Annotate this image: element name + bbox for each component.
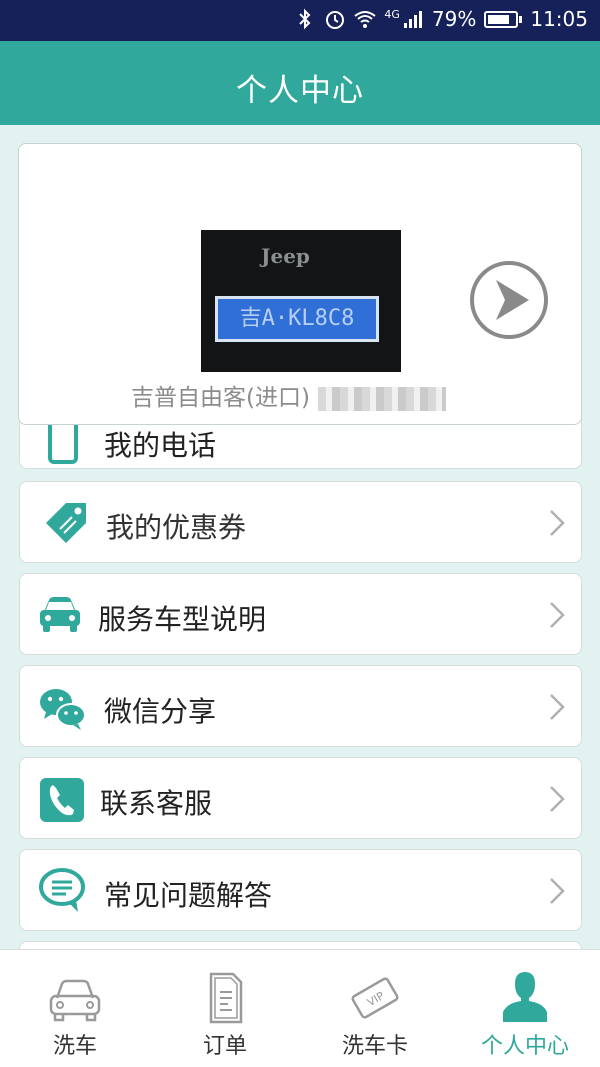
battery-percent: 79%	[431, 7, 477, 31]
network-type-label: 4G	[384, 7, 400, 21]
car-model-text: 吉普自由客(进口)	[131, 385, 310, 411]
menu-item-label: 我的优惠券	[106, 511, 247, 544]
wechat-icon	[40, 689, 86, 730]
bottom-tab-bar: 洗车 订单 VIP 洗车卡 个人中心	[0, 949, 600, 1067]
chevron-right-icon	[550, 602, 565, 628]
tab-label: 个人中心	[480, 1034, 569, 1059]
tab-wash-card[interactable]: VIP 洗车卡	[300, 950, 450, 1067]
tab-orders[interactable]: 订单	[150, 950, 300, 1067]
chevron-right-icon	[550, 786, 565, 812]
menu-item-label: 我的电话	[104, 429, 217, 462]
menu-item-label: 联系客服	[100, 787, 213, 820]
mobile-phone-icon	[48, 420, 78, 464]
clock: 11:05	[530, 7, 588, 31]
tab-label: 订单	[202, 1034, 247, 1059]
car-card[interactable]: Jeep 吉A·KL8C8 吉普自由客(进口)	[18, 143, 582, 425]
document-icon	[209, 972, 243, 1024]
phone-icon	[40, 778, 84, 822]
faq-chat-icon	[39, 868, 85, 912]
car-icon	[40, 597, 80, 632]
wifi-icon	[354, 11, 376, 28]
menu-item-label: 服务车型说明	[98, 603, 267, 636]
menu-item-wechat-share[interactable]: 微信分享	[19, 665, 582, 747]
person-icon	[503, 972, 547, 1022]
page-title: 个人中心	[236, 73, 364, 109]
menu-item-faq[interactable]: 常见问题解答	[19, 849, 582, 931]
vip-card-icon: VIP	[351, 977, 399, 1019]
arrow-right-circle-icon[interactable]	[469, 260, 549, 340]
status-bar: 4G 79% 11:05	[0, 0, 600, 41]
chevron-right-icon	[550, 878, 565, 904]
license-plate: 吉A·KL8C8	[215, 296, 379, 342]
tab-label: 洗车	[52, 1034, 97, 1059]
tab-car-wash[interactable]: 洗车	[0, 950, 150, 1067]
menu-item-label: 微信分享	[104, 695, 217, 728]
alarm-icon	[326, 11, 345, 29]
chevron-right-icon	[550, 694, 565, 720]
menu-item-label: 常见问题解答	[104, 879, 273, 912]
menu-item-service-models[interactable]: 服务车型说明	[19, 573, 582, 655]
tab-label: 洗车卡	[341, 1034, 408, 1059]
bluetooth-icon	[299, 8, 311, 30]
car-outline-icon	[49, 979, 101, 1022]
cell-signal-icon	[403, 11, 422, 28]
blurred-plate-number	[317, 386, 446, 411]
menu-item-customer-service[interactable]: 联系客服	[19, 757, 582, 839]
car-description: 吉普自由客(进口)	[131, 378, 446, 412]
car-plate-photo: Jeep 吉A·KL8C8	[201, 230, 401, 372]
chevron-right-icon	[550, 510, 565, 536]
app-header: 个人中心	[0, 41, 600, 125]
coupon-tag-icon	[46, 503, 86, 543]
tab-profile[interactable]: 个人中心	[450, 950, 600, 1067]
battery-icon	[484, 10, 523, 28]
car-brand-badge: Jeep	[261, 244, 310, 268]
menu-item-coupons[interactable]: 我的优惠券	[19, 481, 582, 563]
